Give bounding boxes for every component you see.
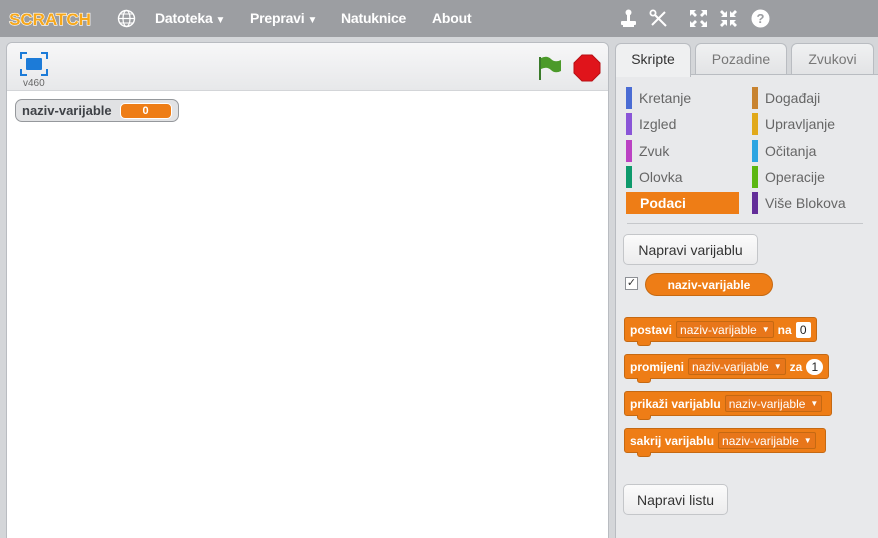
- variable-checkbox[interactable]: ✓: [625, 277, 638, 290]
- stage-panel: v460 naziv-varijable 0: [6, 42, 609, 538]
- duplicate-stamp-icon[interactable]: [618, 8, 639, 29]
- help-icon[interactable]: ?: [750, 8, 771, 29]
- category-color-swatch: [752, 166, 758, 188]
- change-block-text: promijeni: [630, 359, 685, 374]
- tab-backdrops[interactable]: Pozadine: [695, 43, 787, 75]
- menu-edit-label: Prepravi: [250, 10, 305, 26]
- hide-variable-block[interactable]: sakrij varijablu naziv-varijable ▼: [624, 428, 826, 457]
- set-block-conj: na: [777, 322, 792, 337]
- menu-edit[interactable]: Prepravi ▼: [250, 10, 317, 26]
- menu-tips[interactable]: Natuknice: [341, 10, 406, 26]
- change-variable-dropdown[interactable]: naziv-varijable ▼: [688, 358, 786, 375]
- category-doga-aji[interactable]: Događaji: [752, 87, 820, 109]
- hide-block-text: sakrij varijablu: [630, 433, 715, 448]
- category-color-swatch: [626, 140, 632, 162]
- scratch-logo[interactable]: SCRATCH: [8, 6, 92, 30]
- category-color-swatch: [752, 140, 758, 162]
- stage-header: v460: [7, 43, 608, 91]
- make-list-button[interactable]: Napravi listu: [623, 484, 728, 515]
- stop-icon[interactable]: [573, 54, 601, 82]
- grow-icon[interactable]: [688, 8, 709, 29]
- category-color-swatch: [752, 87, 758, 109]
- category-color-swatch: [626, 113, 632, 135]
- show-variable-block[interactable]: prikaži varijablu naziv-varijable ▼: [624, 391, 833, 420]
- variable-watcher[interactable]: naziv-varijable 0: [15, 99, 179, 122]
- change-variable-block[interactable]: promijeni naziv-varijable ▼ za 1: [624, 354, 830, 383]
- menu-bar: SCRATCH Datoteka ▼ Prepravi ▼ Natuknice Ab…: [0, 0, 878, 37]
- set-variable-dropdown[interactable]: naziv-varijable ▼: [676, 321, 774, 338]
- dropdown-arrow-icon: ▼: [810, 399, 819, 408]
- change-block-conj: za: [789, 359, 803, 374]
- menu-file-label: Datoteka: [155, 10, 213, 26]
- svg-text:SCRATCH: SCRATCH: [9, 10, 91, 29]
- palette-divider: [627, 223, 863, 224]
- dropdown-value: naziv-varijable: [722, 433, 799, 448]
- variable-reporter-block[interactable]: naziv-varijable: [645, 273, 773, 296]
- watcher-value: 0: [119, 102, 172, 119]
- category-label: Očitanja: [765, 143, 817, 159]
- delete-scissors-icon[interactable]: [648, 8, 669, 29]
- block-notch: [637, 452, 651, 457]
- tab-scripts[interactable]: Skripte: [615, 43, 691, 77]
- category-label: Više Blokova: [765, 195, 846, 211]
- category-olovka[interactable]: Olovka: [626, 166, 683, 188]
- dropdown-arrow-icon: ▼: [773, 362, 782, 371]
- category-zvuk[interactable]: Zvuk: [626, 140, 669, 162]
- checkmark-icon: ✓: [626, 277, 637, 289]
- shrink-icon[interactable]: [718, 8, 739, 29]
- show-block-text: prikaži varijablu: [630, 396, 721, 411]
- globe-icon[interactable]: [117, 9, 136, 28]
- block-notch: [637, 341, 651, 346]
- change-value-input[interactable]: 1: [806, 358, 824, 375]
- category-label: Izgled: [639, 116, 677, 132]
- tab-sounds[interactable]: Zvukovi: [791, 43, 874, 75]
- set-block-text: postavi: [630, 322, 673, 337]
- make-variable-button[interactable]: Napravi varijablu: [623, 234, 758, 265]
- category-color-swatch: [626, 87, 632, 109]
- block-notch: [637, 378, 651, 383]
- svg-text:?: ?: [757, 11, 765, 26]
- category-o-itanja[interactable]: Očitanja: [752, 140, 816, 162]
- category-vi-e-blokova[interactable]: Više Blokova: [752, 192, 846, 214]
- fullscreen-icon[interactable]: [20, 52, 48, 78]
- category-label: Zvuk: [639, 143, 670, 159]
- dropdown-value: naziv-varijable: [692, 359, 769, 374]
- category-label: Kretanje: [639, 90, 692, 106]
- category-label: Događaji: [765, 90, 821, 106]
- category-upravljanje[interactable]: Upravljanje: [752, 113, 835, 135]
- watcher-label: naziv-varijable: [22, 103, 112, 118]
- category-operacije[interactable]: Operacije: [752, 166, 825, 188]
- set-value-input[interactable]: 0: [795, 321, 811, 338]
- category-label: Upravljanje: [765, 116, 836, 132]
- dropdown-arrow-icon: ▼: [761, 325, 770, 334]
- menu-file[interactable]: Datoteka ▼: [155, 10, 225, 26]
- dropdown-value: naziv-varijable: [680, 322, 757, 337]
- dropdown-value: naziv-varijable: [728, 396, 806, 411]
- category-color-swatch: [752, 113, 758, 135]
- category-label: Olovka: [639, 169, 683, 185]
- category-color-swatch: [752, 192, 758, 214]
- menu-about[interactable]: About: [432, 10, 472, 26]
- category-kretanje[interactable]: Kretanje: [626, 87, 691, 109]
- green-flag-icon[interactable]: [535, 55, 563, 81]
- hide-variable-dropdown[interactable]: naziv-varijable ▼: [718, 432, 816, 449]
- block-notch: [637, 415, 651, 420]
- category-izgled[interactable]: Izgled: [626, 113, 676, 135]
- set-variable-block[interactable]: postavi naziv-varijable ▼ na 0: [624, 317, 817, 346]
- caret-down-icon: ▼: [215, 15, 226, 26]
- category-podaci[interactable]: Podaci: [626, 192, 739, 214]
- show-variable-dropdown[interactable]: naziv-varijable ▼: [724, 395, 823, 412]
- caret-down-icon: ▼: [307, 15, 318, 26]
- category-color-swatch: [626, 166, 632, 188]
- dropdown-arrow-icon: ▼: [803, 436, 812, 445]
- category-label: Podaci: [640, 195, 686, 211]
- version-label: v460: [23, 78, 45, 89]
- category-label: Operacije: [765, 169, 825, 185]
